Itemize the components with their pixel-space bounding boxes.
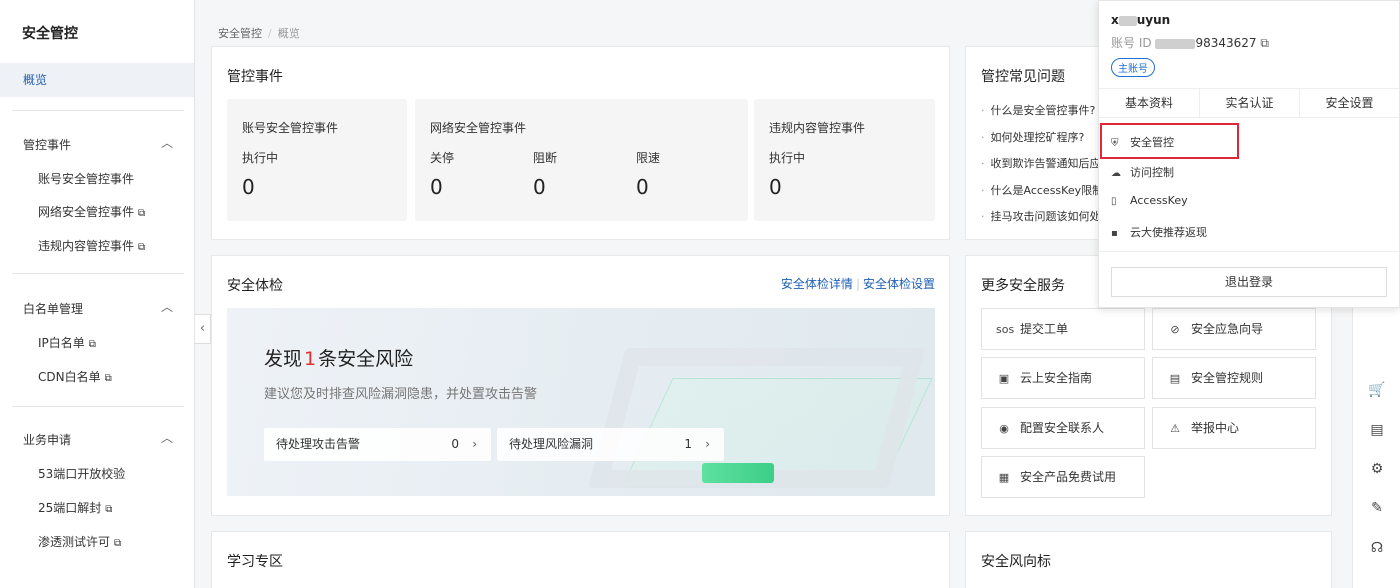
sidebar-item-network-events[interactable]: 网络安全管控事件 ⧉	[38, 203, 145, 220]
card-title: 安全风向标	[981, 554, 1051, 570]
sidebar-group-events[interactable]: 管控事件	[23, 136, 71, 153]
card-title: 管控常见问题	[981, 69, 1065, 85]
pending-vulns-pill[interactable]: 待处理风险漏洞 1 ›	[497, 428, 724, 461]
emergency-icon: ⊘	[1170, 323, 1180, 336]
faq-item[interactable]: · 什么是AccessKey限制	[981, 182, 1103, 198]
cloud-icon: ☁	[1111, 168, 1121, 179]
copy-icon[interactable]: ⧉	[1260, 36, 1269, 50]
divider	[12, 273, 184, 274]
card-title: 管控事件	[227, 69, 283, 85]
service-guide[interactable]: ▣ 云上安全指南	[981, 357, 1145, 399]
trends-card: 安全风向标	[965, 531, 1332, 588]
pending-attacks-pill[interactable]: 待处理攻击告警 0 ›	[264, 428, 491, 461]
sidebar-item-content-events[interactable]: 违规内容管控事件 ⧉	[38, 237, 145, 254]
divider	[12, 110, 184, 111]
menu-access-control[interactable]: ☁ 访问控制	[1111, 164, 1174, 180]
checkup-details-link[interactable]: 安全体检详情	[781, 277, 853, 291]
tab-basic-info[interactable]: 基本资料	[1099, 89, 1199, 118]
card-title: 学习专区	[227, 554, 283, 570]
contact-icon: ◉	[999, 422, 1009, 435]
external-link-icon: ⧉	[104, 373, 112, 384]
external-link-icon: ⧉	[138, 208, 146, 219]
breadcrumb-link[interactable]: 安全管控	[218, 27, 262, 40]
sidebar: 安全管控 概览 管控事件 ︿ 账号安全管控事件 网络安全管控事件 ⧉ 违规内容管控…	[0, 0, 195, 588]
learning-card: 学习专区	[211, 531, 950, 588]
cart-icon[interactable]: 🛒	[1367, 380, 1387, 400]
headset-icon[interactable]: ☊	[1367, 538, 1387, 558]
gear-icon[interactable]: ⚙	[1367, 459, 1387, 479]
service-emergency[interactable]: ⊘ 安全应急向导	[1152, 308, 1316, 350]
card-title: 安全体检	[227, 278, 283, 294]
faq-card: 管控常见问题 · 什么是安全管控事件? · 如何处理挖矿程序? · 收到欺诈告警通知后…	[965, 46, 1105, 240]
service-report[interactable]: ⚠ 举报中心	[1152, 407, 1316, 449]
faq-item[interactable]: · 挂马攻击问题该如何处	[981, 208, 1101, 224]
sidebar-item-account-events[interactable]: 账号安全管控事件	[38, 170, 134, 187]
faq-item[interactable]: · 收到欺诈告警通知后应	[981, 155, 1101, 171]
gift-icon: ▪	[1111, 228, 1118, 239]
decoration	[702, 463, 774, 483]
sidebar-group-whitelist[interactable]: 白名单管理	[23, 300, 83, 317]
network-events-box[interactable]: 网络安全管控事件 关停 阻断 限速 0 0 0	[415, 99, 748, 221]
bill-icon[interactable]: ▤	[1367, 420, 1387, 440]
checkup-settings-link[interactable]: 安全体检设置	[863, 277, 935, 291]
service-ticket[interactable]: sos 提交工单	[981, 308, 1145, 350]
menu-referral[interactable]: ▪ 云大使推荐返现	[1111, 224, 1207, 240]
checkup-links: 安全体检详情 | 安全体检设置	[780, 277, 935, 291]
logout-button[interactable]: 退出登录	[1111, 267, 1387, 297]
highlight-annotation	[1100, 123, 1239, 159]
account-id: 账号 ID 98343627 ⧉	[1111, 36, 1269, 50]
breadcrumb: 安全管控 / 概览	[218, 27, 300, 40]
faq-item[interactable]: · 如何处理挖矿程序?	[981, 129, 1084, 145]
rules-icon: ▤	[1169, 372, 1181, 385]
menu-accesskey[interactable]: ▯ AccessKey	[1111, 194, 1188, 207]
sidebar-item-port25[interactable]: 25端口解封 ⧉	[38, 499, 112, 516]
chevron-right-icon: ›	[705, 437, 710, 451]
chevron-up-icon[interactable]: ︿	[161, 298, 173, 315]
external-link-icon: ⧉	[138, 242, 146, 253]
service-rules[interactable]: ▤ 安全管控规则	[1152, 357, 1316, 399]
sidebar-item-ip-whitelist[interactable]: IP白名单 ⧉	[38, 334, 96, 351]
service-contact[interactable]: ◉ 配置安全联系人	[981, 407, 1145, 449]
username: x uyun	[1111, 13, 1171, 27]
report-icon: ⚠	[1170, 422, 1180, 435]
chevron-up-icon[interactable]: ︿	[161, 134, 173, 151]
breadcrumb-current: 概览	[277, 27, 300, 40]
sidebar-item-pentest[interactable]: 渗透测试许可 ⧉	[38, 533, 121, 550]
card-title: 更多安全服务	[981, 278, 1065, 294]
tab-security-settings[interactable]: 安全设置	[1299, 89, 1399, 118]
content-events-box[interactable]: 违规内容管控事件 执行中 0	[754, 99, 935, 221]
external-link-icon: ⧉	[105, 504, 113, 515]
sos-icon: sos	[996, 323, 1015, 336]
checkup-card: 安全体检 安全体检详情 | 安全体检设置 发现 1 条安全风险 建议您及时排查风险漏洞隐…	[211, 255, 950, 516]
checkup-banner: 发现 1 条安全风险 建议您及时排查风险漏洞隐患，并处置攻击告警 待处理攻击告警 0 ›…	[227, 308, 935, 496]
events-card: 管控事件 账号安全管控事件 执行中 0 网络安全管控事件 关停 阻断 限速 0 …	[211, 46, 950, 240]
sidebar-title: 安全管控	[22, 26, 78, 42]
guide-icon: ▣	[998, 372, 1010, 385]
external-link-icon: ⧉	[88, 339, 96, 350]
account-events-box[interactable]: 账号安全管控事件 执行中 0	[227, 99, 407, 221]
divider	[1099, 251, 1399, 252]
trial-icon: ▦	[998, 471, 1010, 484]
chevron-up-icon[interactable]: ︿	[161, 429, 173, 446]
sidebar-group-applications[interactable]: 业务申请	[23, 431, 71, 448]
external-link-icon: ⧉	[114, 538, 122, 549]
main-account-badge: 主账号	[1111, 58, 1155, 77]
sidebar-collapse-button[interactable]: ‹	[195, 314, 211, 344]
risk-headline: 发现 1 条安全风险	[264, 348, 414, 370]
edit-icon[interactable]: ✎	[1367, 498, 1387, 518]
chevron-right-icon: ›	[472, 437, 477, 451]
sidebar-item-port53[interactable]: 53端口开放校验	[38, 465, 125, 482]
risk-subtitle: 建议您及时排查风险漏洞隐患，并处置攻击告警	[264, 387, 538, 402]
tab-real-name[interactable]: 实名认证	[1199, 89, 1299, 118]
divider	[12, 406, 184, 407]
account-tabs: 基本资料 实名认证 安全设置	[1099, 88, 1399, 118]
faq-item[interactable]: · 什么是安全管控事件?	[981, 102, 1095, 118]
sidebar-item-overview[interactable]: 概览	[0, 63, 194, 97]
sidebar-item-cdn-whitelist[interactable]: CDN白名单 ⧉	[38, 368, 112, 385]
service-trial[interactable]: ▦ 安全产品免费试用	[981, 456, 1145, 498]
key-icon: ▯	[1111, 196, 1117, 207]
